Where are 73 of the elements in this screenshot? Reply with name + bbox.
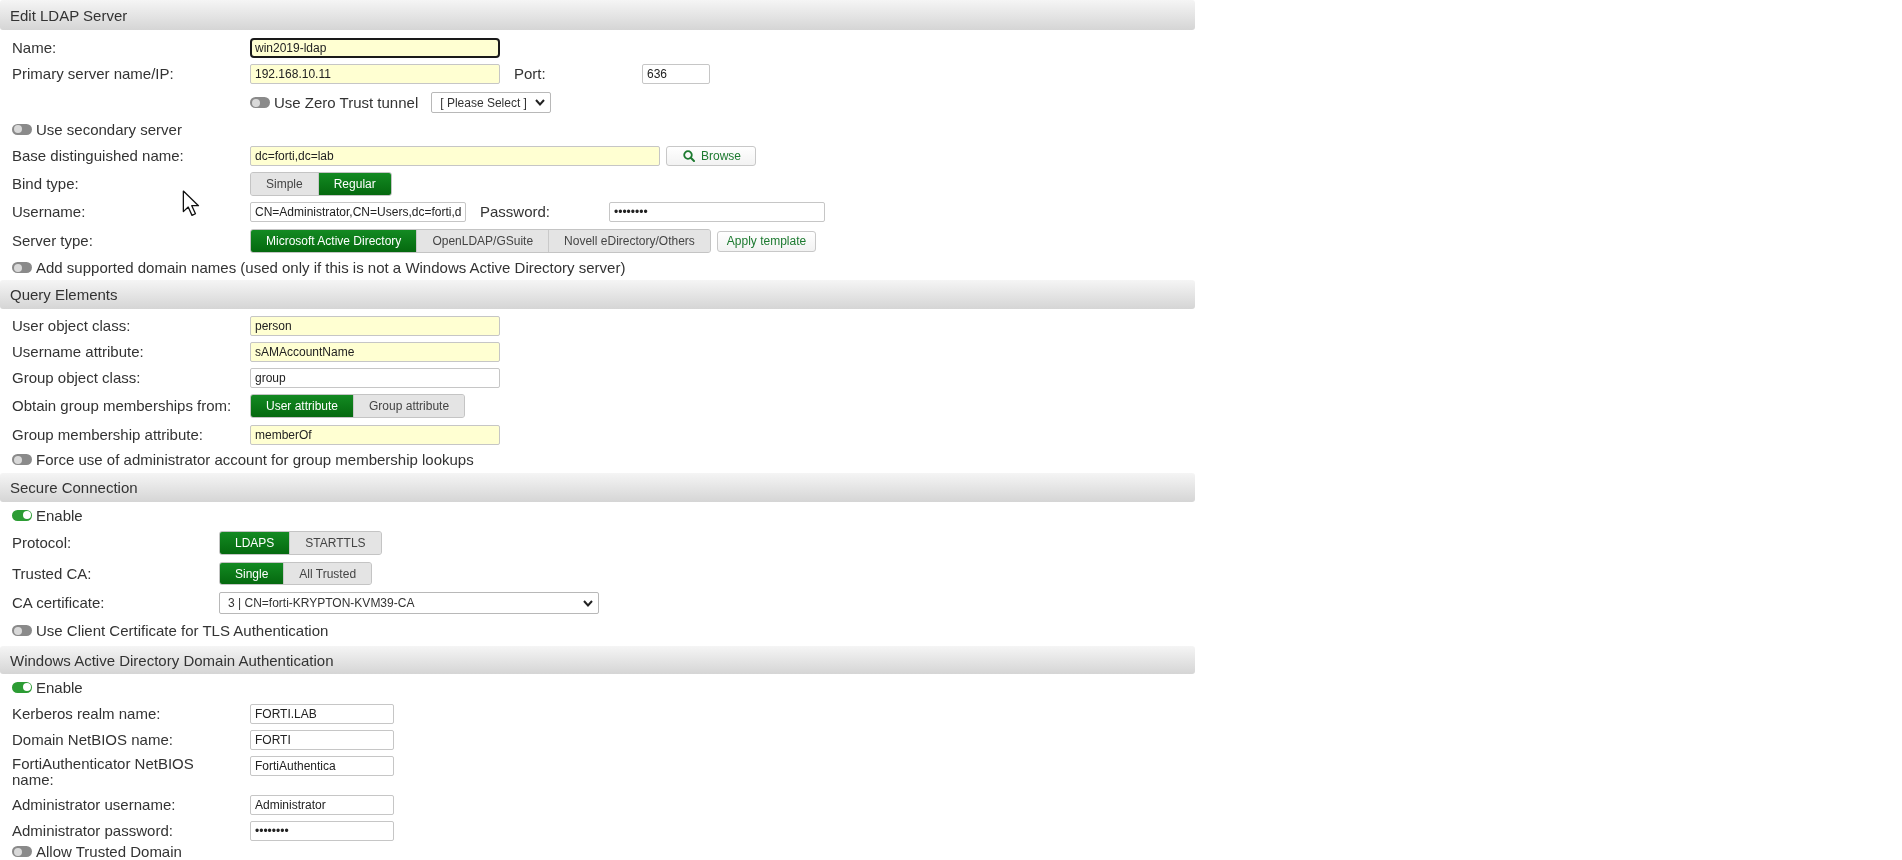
username-input[interactable]: CN=Administrator,CN=Users,dc=forti,d (250, 202, 466, 222)
field-label: Administrator password: (12, 822, 173, 839)
segment-button[interactable]: Group attribute (353, 395, 465, 417)
field-label: Port: (514, 66, 546, 82)
toggle-switch[interactable] (250, 97, 270, 108)
segment-button[interactable]: User attribute (251, 395, 354, 417)
port-input[interactable]: 636 (642, 64, 710, 84)
tunnel-select[interactable]: [ Please Select ] (431, 92, 551, 113)
group-object-class-input[interactable]: group (250, 368, 500, 388)
toggle-switch[interactable] (12, 681, 32, 693)
server-address-input[interactable]: 192.168.10.11 (250, 64, 500, 84)
dialog-title: Edit LDAP Server (0, 0, 1195, 30)
field-label: Username: (12, 204, 86, 220)
segment-button[interactable]: STARTTLS (289, 532, 381, 554)
field-label: Server type: (12, 233, 93, 249)
field-label: User object class: (12, 317, 131, 334)
field-label: Group object class: (12, 370, 141, 386)
domain-netbios-input[interactable]: FORTI (250, 729, 394, 750)
segment-button[interactable]: Novell eDirectory/Others (548, 230, 710, 252)
toggle-label: Allow Trusted Domain (36, 843, 182, 860)
toggle-switch[interactable] (12, 123, 32, 135)
field-label: Trusted CA: (12, 565, 92, 582)
base-dn-input[interactable]: dc=forti,dc=lab (250, 145, 660, 166)
toggle-switch[interactable] (12, 262, 32, 273)
segment-button[interactable]: LDAPS (220, 532, 290, 554)
admin-username-input[interactable]: Administrator (250, 794, 394, 815)
segment-button[interactable]: All Trusted (283, 563, 372, 584)
ca-certificate-select[interactable]: 3 | CN=forti-KRYPTON-KVM39-CA (219, 592, 599, 614)
browse-button[interactable]: Browse (666, 145, 756, 166)
apply-template-button[interactable]: Apply template (716, 230, 817, 252)
toggle-label: Enable (36, 506, 83, 524)
field-label: Primary server name/IP: (12, 66, 174, 82)
toggle-label: Use secondary server (36, 120, 182, 138)
segment-button[interactable]: Microsoft Active Directory (251, 230, 417, 252)
toggle-label: Enable (36, 678, 83, 696)
field-label: Domain NetBIOS name: (12, 731, 173, 748)
mouse-pointer-icon (182, 190, 202, 217)
segment-button[interactable]: Single (220, 563, 284, 584)
field-label: Username attribute: (12, 344, 144, 360)
username-attribute-input[interactable]: sAMAccountName (250, 342, 500, 362)
field-label: Administrator username: (12, 796, 176, 813)
toggle-label: Force use of administrator account for group membership lookups (36, 451, 474, 468)
field-label: Kerberos realm name: (12, 705, 161, 722)
name-input[interactable]: win2019-ldap (250, 37, 500, 58)
user-object-class-input[interactable]: person (250, 315, 500, 336)
toggle-label: Use Zero Trust tunnel (274, 94, 419, 111)
field-label: Base distinguished name: (12, 147, 184, 164)
field-label: Protocol: (12, 535, 72, 551)
section-header: Secure Connection (0, 473, 1195, 502)
field-label: FortiAuthenticator NetBIOS name: (12, 756, 195, 788)
section-header: Windows Active Directory Domain Authentication (0, 646, 1195, 674)
field-label: Name: (12, 39, 57, 56)
toggle-label: Add supported domain names (used only if this is not a Windows Active Directory server) (36, 259, 626, 276)
toggle-switch[interactable] (12, 509, 32, 521)
section-header: Query Elements (0, 280, 1195, 309)
admin-password-input[interactable]: •••••••• (250, 820, 394, 841)
segment-button[interactable]: Regular (317, 173, 391, 195)
field-label: Bind type: (12, 176, 79, 192)
field-label: CA certificate: (12, 595, 105, 611)
toggle-label: Use Client Certificate for TLS Authentication (36, 622, 329, 639)
search-icon (683, 149, 695, 162)
field-label: Group membership attribute: (12, 426, 203, 443)
password-input[interactable]: •••••••• (609, 202, 825, 222)
field-label: Obtain group memberships from: (12, 398, 232, 414)
membership-attribute-input[interactable]: memberOf (250, 424, 500, 445)
toggle-switch[interactable] (12, 846, 32, 857)
chevron-down-icon (534, 99, 545, 106)
netbios-name-input[interactable]: FortiAuthentica (250, 756, 394, 776)
toggle-switch[interactable] (12, 454, 32, 465)
field-label: Password: (480, 204, 551, 220)
kerberos-realm-input[interactable]: FORTI.LAB (250, 703, 394, 724)
toggle-switch[interactable] (12, 625, 32, 636)
chevron-down-icon (583, 599, 593, 607)
